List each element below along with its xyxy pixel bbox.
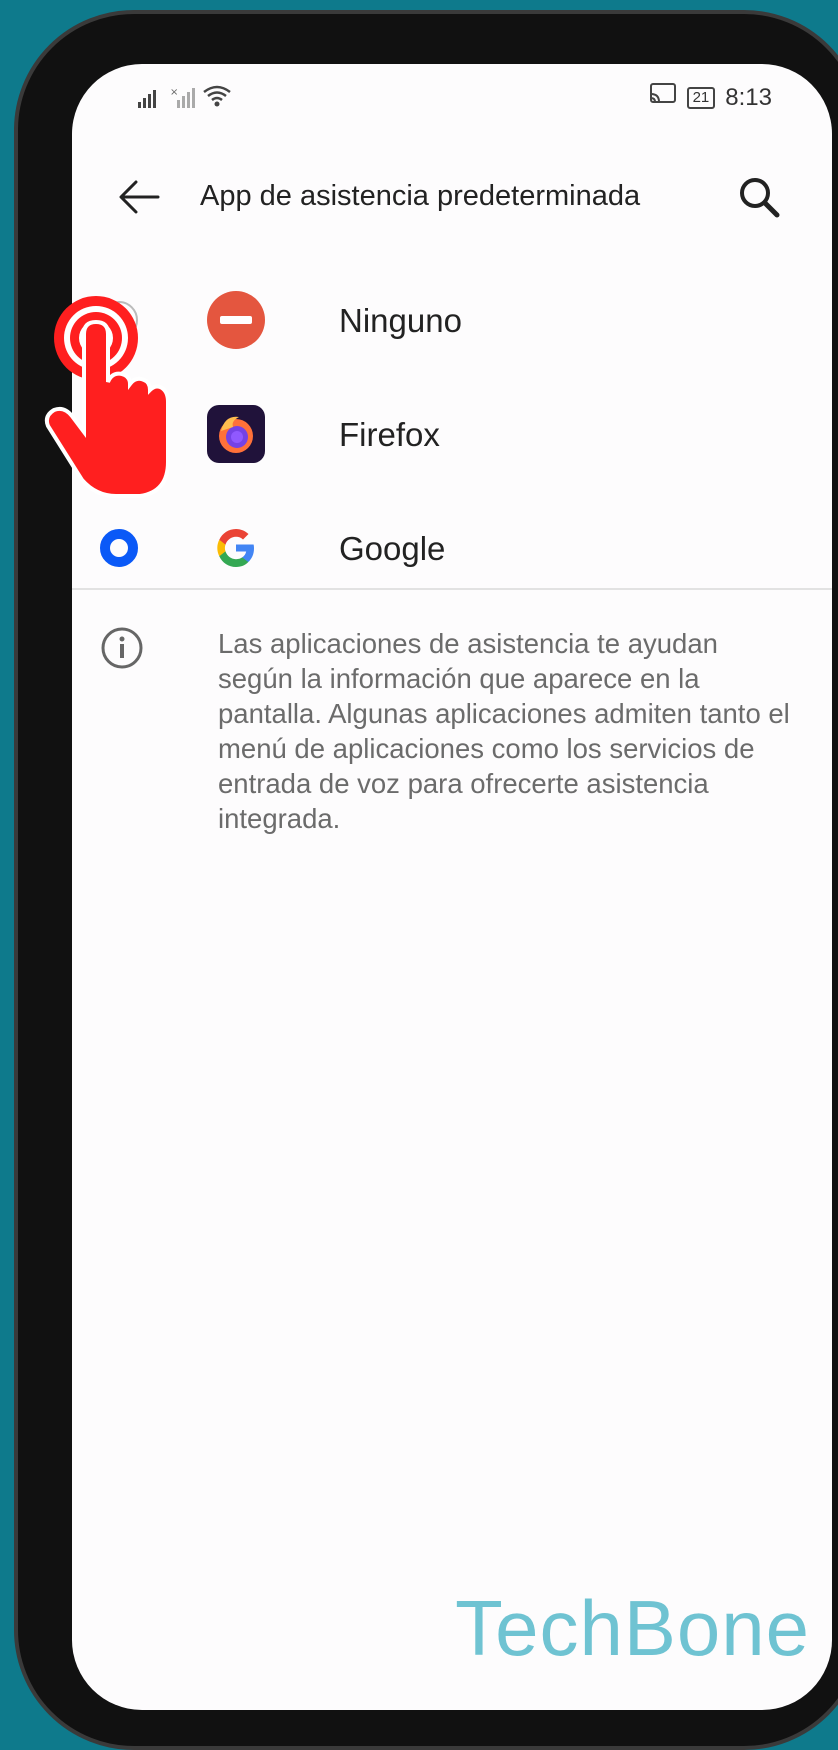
option-label: Firefox	[339, 416, 440, 453]
option-firefox[interactable]: Firefox	[72, 378, 832, 492]
no-entry-icon	[207, 291, 265, 349]
option-label: Ninguno	[339, 302, 462, 339]
watermark: TechBone	[455, 1584, 810, 1672]
firefox-icon	[207, 405, 265, 463]
page-title: App de asistencia predeterminada	[200, 180, 641, 212]
info-description: Las aplicaciones de asistencia te ayudan…	[218, 628, 790, 834]
search-button[interactable]	[734, 172, 784, 222]
search-icon	[740, 178, 780, 218]
back-arrow-icon	[119, 180, 160, 214]
option-label: Google	[339, 530, 446, 567]
signal-icon	[138, 88, 164, 114]
back-button[interactable]	[114, 172, 164, 222]
radio-google-selected[interactable]	[100, 529, 138, 567]
status-right: 21 8:13	[649, 82, 772, 113]
battery-icon: 21	[686, 86, 716, 109]
app-bar: App de asistencia predeterminada	[72, 156, 832, 236]
info-icon	[100, 626, 144, 670]
no-signal-icon: ×	[170, 86, 196, 114]
signal-indicators: ×	[138, 84, 232, 114]
cast-icon	[649, 82, 677, 113]
svg-text:×: ×	[170, 87, 178, 98]
status-time: 8:13	[725, 83, 772, 111]
tap-hand-icon	[44, 286, 184, 506]
wifi-icon	[202, 84, 232, 114]
divider	[72, 588, 832, 590]
phone-frame: × 21 8:13 App de asistencia predetermina…	[14, 10, 838, 1750]
status-bar: × 21 8:13	[72, 64, 832, 124]
screen: × 21 8:13 App de asistencia predetermina…	[72, 64, 832, 1710]
option-ninguno[interactable]: Ninguno	[72, 264, 832, 378]
google-icon	[207, 519, 265, 577]
